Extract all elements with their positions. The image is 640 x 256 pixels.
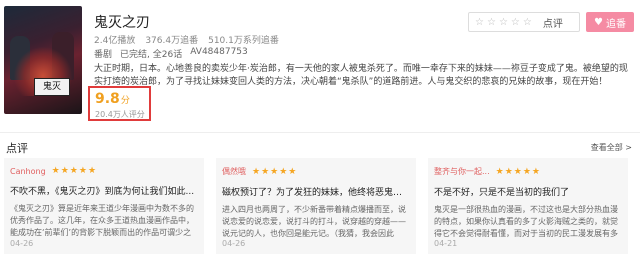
review-title[interactable]: 不是不好，只是不是当初的我们了 — [434, 185, 622, 198]
rate-widget[interactable]: ☆ ☆ ☆ ☆ ☆ 点评 — [468, 12, 580, 32]
follower-count: 376.4万追番 — [145, 36, 199, 46]
media-type: 番剧 — [94, 50, 113, 60]
review-body: 《鬼灭之刃》算是近年来王道少年漫画中为数不多的优秀作品了。这几年，在众多王道热血… — [10, 204, 194, 237]
synopsis: 大正时期，日本。心地善良的卖炭少年·炭治郎，有一天他的家人被鬼杀死了。而唯一幸存… — [94, 64, 628, 87]
section-divider — [0, 132, 640, 133]
review-header: 偶然哦 ★★★★★ — [222, 166, 410, 177]
review-card[interactable]: 偶然哦 ★★★★★ 磁权预订了？为了发狂的妹妹，他终将恶鬼灭杀... 进入四月也… — [216, 158, 416, 254]
stats-row: 2.4亿播放 376.4万追番 510.1万系列追番 — [94, 33, 279, 46]
view-all-link[interactable]: 查看全部 > — [591, 142, 632, 153]
heart-icon: ♥ — [594, 16, 603, 28]
review-date: 04-26 — [222, 239, 246, 248]
review-date: 04-26 — [10, 239, 34, 248]
star-empty-icon[interactable]: ☆ — [487, 17, 496, 28]
review-username[interactable]: Canhong — [10, 167, 46, 176]
av-number: AV48487753 — [190, 47, 248, 57]
star-empty-icon[interactable]: ☆ — [511, 17, 520, 28]
play-count: 2.4亿播放 — [94, 36, 136, 46]
review-username[interactable]: 整齐与你一起... — [434, 166, 490, 177]
review-body: 进入四月也两周了，不少新番带着精点爆播而至，说说恋爱的说恋爱，说打斗的打斗，说穿… — [222, 205, 406, 238]
star-empty-icon[interactable]: ☆ — [475, 17, 484, 28]
review-stars: ★★★★★ — [252, 166, 298, 177]
anime-poster[interactable]: 鬼灭 — [4, 6, 82, 114]
star-empty-icon[interactable]: ☆ — [523, 17, 532, 28]
review-header: Canhong ★★★★★ — [10, 166, 198, 176]
score-unit: 分 — [120, 96, 130, 106]
star-empty-icon[interactable]: ☆ — [499, 17, 508, 28]
review-date: 04-21 — [434, 239, 458, 248]
poster-logo: 鬼灭 — [34, 78, 70, 96]
rate-label: 点评 — [542, 18, 563, 30]
review-card[interactable]: 整齐与你一起... ★★★★★ 不是不好，只是不是当初的我们了 鬼灭是一部很热血… — [428, 158, 628, 254]
score-value: 9.8 — [95, 91, 120, 107]
review-title[interactable]: 不吹不黑，《鬼灭之刃》到底为何让我们如此... — [10, 184, 198, 197]
review-body: 鬼灭是一部很热血的漫画，不过这也是大部分热血漫的特点，如果你认真看的多了火影海贼… — [434, 205, 618, 238]
rating-count: 20.4万人评分 — [95, 110, 145, 119]
score-panel: 9.8分 20.4万人评分 — [88, 86, 151, 121]
info-row: 番剧 已完结, 全26话 AV48487753 — [94, 47, 248, 60]
review-card[interactable]: Canhong ★★★★★ 不吹不黑，《鬼灭之刃》到底为何让我们如此... 《鬼… — [4, 158, 204, 254]
review-stars: ★★★★★ — [51, 166, 98, 176]
episode-status: 已完结, 全26话 — [120, 50, 183, 60]
review-username[interactable]: 偶然哦 — [222, 166, 246, 177]
score: 9.8分 — [95, 91, 130, 107]
follow-button[interactable]: ♥ 追番 — [586, 12, 634, 32]
review-stars: ★★★★★ — [495, 166, 541, 177]
series-follow-count: 510.1万系列追番 — [208, 36, 279, 46]
anime-title: 鬼灭之刃 — [94, 15, 150, 31]
review-title[interactable]: 磁权预订了？为了发狂的妹妹，他终将恶鬼灭杀... — [222, 185, 410, 198]
review-header: 整齐与你一起... ★★★★★ — [434, 166, 622, 177]
reviews-heading: 点评 — [6, 142, 28, 155]
follow-label: 追番 — [605, 18, 626, 30]
